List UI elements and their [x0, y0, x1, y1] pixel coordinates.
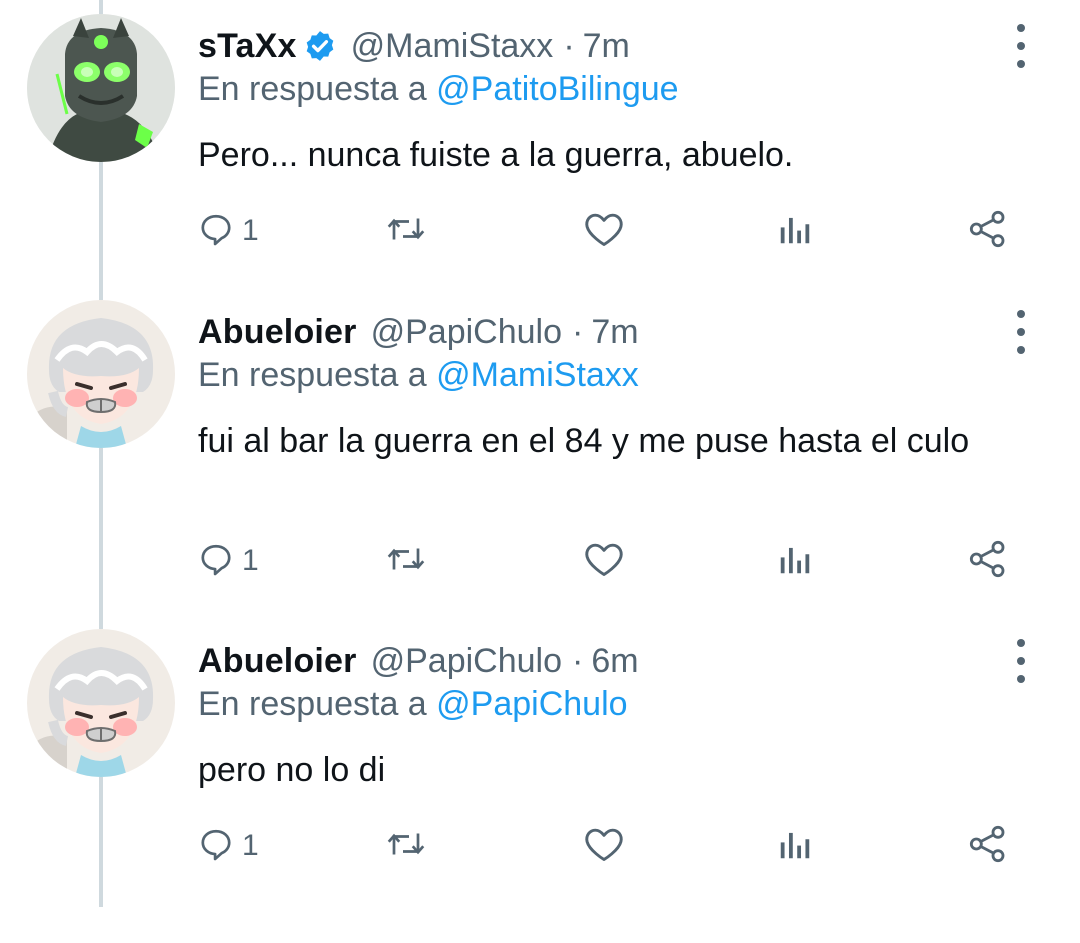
share-button[interactable] [968, 206, 1008, 256]
reply-mention-link[interactable]: @PapiChulo [436, 685, 627, 723]
tweet-header: sTaXx @MamiStaxx · 7m [198, 22, 630, 70]
share-icon [968, 539, 1008, 584]
share-icon [968, 209, 1008, 254]
timestamp[interactable]: 7m [591, 313, 638, 352]
share-icon [968, 824, 1008, 869]
tweet[interactable]: Abueloier @PapiChulo · 7m En respuesta a… [0, 286, 1080, 614]
separator-dot: · [572, 641, 584, 680]
avatar[interactable] [27, 300, 175, 448]
reply-context: En respuesta a @PapiChulo [198, 685, 628, 724]
timestamp[interactable]: 7m [583, 27, 630, 66]
reply-mention-link[interactable]: @MamiStaxx [436, 356, 639, 394]
display-name[interactable]: sTaXx [198, 27, 297, 66]
more-icon[interactable] [1008, 310, 1034, 354]
views-button[interactable] [776, 821, 814, 871]
like-button[interactable] [583, 821, 625, 871]
views-button[interactable] [776, 206, 814, 256]
tweet-text: pero no lo di [198, 751, 386, 789]
tweet[interactable]: Abueloier @PapiChulo · 6m En respuesta a… [0, 615, 1080, 943]
display-name[interactable]: Abueloier [198, 313, 357, 352]
retweet-icon [386, 826, 426, 867]
tweet-actions: 1 [198, 821, 1028, 871]
like-button[interactable] [583, 536, 625, 586]
timestamp[interactable]: 6m [591, 642, 638, 681]
reply-icon [198, 826, 234, 867]
user-handle[interactable]: @MamiStaxx [351, 27, 554, 66]
heart-icon [583, 825, 625, 868]
share-button[interactable] [968, 821, 1008, 871]
tweet-header: Abueloier @PapiChulo · 7m [198, 308, 639, 356]
retweet-icon [386, 211, 426, 252]
tweet-actions: 1 [198, 536, 1028, 586]
separator-dot: · [563, 26, 575, 65]
display-name[interactable]: Abueloier [198, 642, 357, 681]
reply-count: 1 [242, 829, 259, 862]
retweet-button[interactable] [386, 536, 426, 586]
analytics-icon [776, 540, 814, 583]
reply-mention-link[interactable]: @PatitoBilingue [436, 70, 678, 108]
reply-prefix: En respuesta a [198, 685, 427, 723]
reply-count: 1 [242, 544, 259, 577]
reply-context: En respuesta a @PatitoBilingue [198, 70, 679, 109]
more-icon[interactable] [1008, 639, 1034, 683]
reply-icon [198, 211, 234, 252]
reply-button[interactable]: 1 [198, 536, 259, 586]
retweet-icon [386, 541, 426, 582]
verified-badge-icon [303, 29, 337, 63]
tweet-text: Pero... nunca fuiste a la guerra, abuelo… [198, 136, 794, 174]
like-button[interactable] [583, 206, 625, 256]
retweet-button[interactable] [386, 821, 426, 871]
analytics-icon [776, 210, 814, 253]
reply-count: 1 [242, 214, 259, 247]
reply-button[interactable]: 1 [198, 821, 259, 871]
reply-button[interactable]: 1 [198, 206, 259, 256]
user-handle[interactable]: @PapiChulo [371, 642, 562, 681]
reply-icon [198, 541, 234, 582]
share-button[interactable] [968, 536, 1008, 586]
analytics-icon [776, 825, 814, 868]
avatar[interactable] [27, 629, 175, 777]
reply-prefix: En respuesta a [198, 70, 427, 108]
user-handle[interactable]: @PapiChulo [371, 313, 562, 352]
heart-icon [583, 540, 625, 583]
more-icon[interactable] [1008, 24, 1034, 68]
tweet-actions: 1 [198, 206, 1028, 256]
reply-prefix: En respuesta a [198, 356, 427, 394]
separator-dot: · [572, 312, 584, 351]
heart-icon [583, 210, 625, 253]
retweet-button[interactable] [386, 206, 426, 256]
tweet-header: Abueloier @PapiChulo · 6m [198, 637, 639, 685]
tweet[interactable]: sTaXx @MamiStaxx · 7m En respuesta a @Pa… [0, 0, 1080, 328]
views-button[interactable] [776, 536, 814, 586]
tweet-text: fui al bar la guerra en el 84 y me puse … [198, 422, 970, 460]
reply-context: En respuesta a @MamiStaxx [198, 356, 639, 395]
avatar[interactable] [27, 14, 175, 162]
